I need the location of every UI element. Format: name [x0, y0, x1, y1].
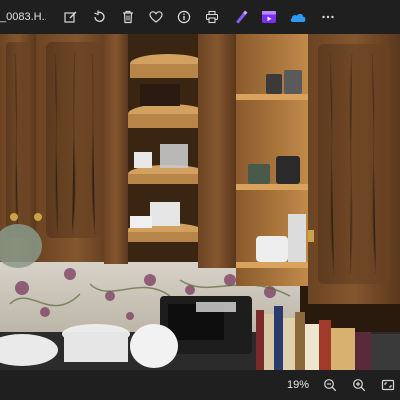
zoom-out-icon[interactable] — [320, 375, 340, 395]
image-viewport[interactable] — [0, 34, 400, 370]
edit-image-icon[interactable] — [60, 6, 82, 28]
zoom-in-icon[interactable] — [349, 375, 369, 395]
rotate-icon[interactable] — [88, 6, 110, 28]
info-icon[interactable] — [173, 6, 195, 28]
bottom-statusbar: 19% — [0, 370, 400, 400]
clipchamp-icon[interactable] — [258, 6, 280, 28]
more-options-icon[interactable] — [317, 6, 339, 28]
photo-kitchen-cabinet — [0, 34, 400, 370]
top-toolbar: _0083.H... — [0, 0, 400, 34]
favorite-icon[interactable] — [145, 6, 167, 28]
zoom-level: 19% — [286, 379, 309, 391]
designer-icon[interactable] — [230, 6, 252, 28]
delete-icon[interactable] — [117, 6, 139, 28]
fit-to-window-icon[interactable] — [378, 375, 398, 395]
onedrive-icon[interactable] — [287, 6, 309, 28]
file-name: _0083.H... — [0, 11, 46, 23]
print-icon[interactable] — [201, 6, 223, 28]
